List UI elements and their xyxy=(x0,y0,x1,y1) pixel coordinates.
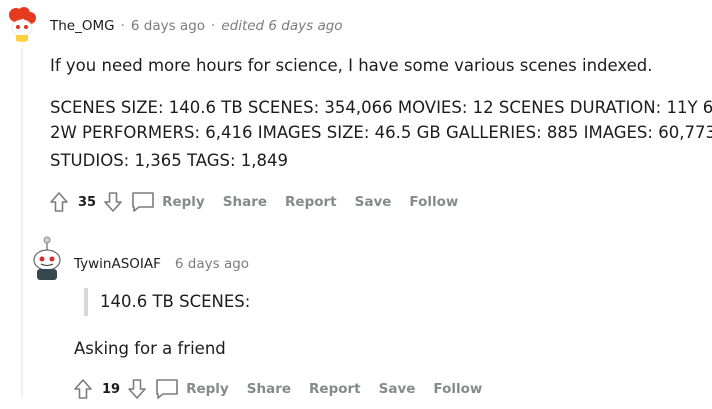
reply-label: Reply xyxy=(186,381,229,397)
downvote-arrow-icon xyxy=(128,379,146,399)
edited-label: edited 6 days ago xyxy=(221,18,343,34)
reply-button[interactable]: Reply xyxy=(126,190,214,214)
report-button[interactable]: Report xyxy=(276,194,346,210)
follow-button[interactable]: Follow xyxy=(400,194,467,210)
vote-score: 19 xyxy=(102,381,121,397)
reply-label: Reply xyxy=(162,194,205,210)
share-button[interactable]: Share xyxy=(238,381,300,397)
save-button[interactable]: Save xyxy=(346,194,401,210)
comment-actions: 19 Reply Share Report Save Follow xyxy=(70,375,491,403)
username[interactable]: The_OMG xyxy=(50,18,115,34)
downvote-button[interactable] xyxy=(100,188,126,216)
share-button[interactable]: Share xyxy=(214,194,276,210)
comment-text: STUDIOS: 1,365 TAGS: 1,849 xyxy=(50,151,289,170)
username[interactable]: TywinASOIAF xyxy=(74,256,161,272)
blockquote-text: 140.6 TB SCENES: xyxy=(100,292,251,311)
follow-button[interactable]: Follow xyxy=(424,381,491,397)
user-avatar[interactable] xyxy=(29,236,65,280)
comment-header: The_OMG · 6 days ago · edited 6 days ago xyxy=(50,18,343,34)
comment-header: TywinASOIAF 6 days ago xyxy=(74,256,249,272)
save-button[interactable]: Save xyxy=(370,381,425,397)
upvote-arrow-icon xyxy=(50,192,68,212)
thread-line[interactable] xyxy=(21,48,23,398)
blockquote-bar xyxy=(84,288,88,316)
upvote-button[interactable] xyxy=(46,188,72,216)
downvote-arrow-icon xyxy=(104,192,122,212)
comment-bubble-icon xyxy=(132,192,154,212)
reply-button[interactable]: Reply xyxy=(150,377,238,401)
vote-score: 35 xyxy=(78,194,97,210)
comment-text: Asking for a friend xyxy=(74,339,226,358)
comment-text: 2W PERFORMERS: 6,416 IMAGES SIZE: 46.5 G… xyxy=(50,123,712,142)
upvote-button[interactable] xyxy=(70,375,96,403)
user-avatar[interactable] xyxy=(4,6,40,42)
snoo-avatar-icon xyxy=(33,236,61,280)
snoo-avatar-icon xyxy=(4,6,40,42)
meta-separator: · xyxy=(120,18,125,34)
comment-actions: 35 Reply Share Report Save Follow xyxy=(46,188,467,216)
comment-bubble-icon xyxy=(156,379,178,399)
comment-text: If you need more hours for science, I ha… xyxy=(50,56,653,75)
timestamp[interactable]: 6 days ago xyxy=(161,256,249,272)
downvote-button[interactable] xyxy=(124,375,150,403)
report-button[interactable]: Report xyxy=(300,381,370,397)
upvote-arrow-icon xyxy=(74,379,92,399)
meta-separator: · xyxy=(211,18,216,34)
timestamp[interactable]: 6 days ago xyxy=(131,18,205,34)
